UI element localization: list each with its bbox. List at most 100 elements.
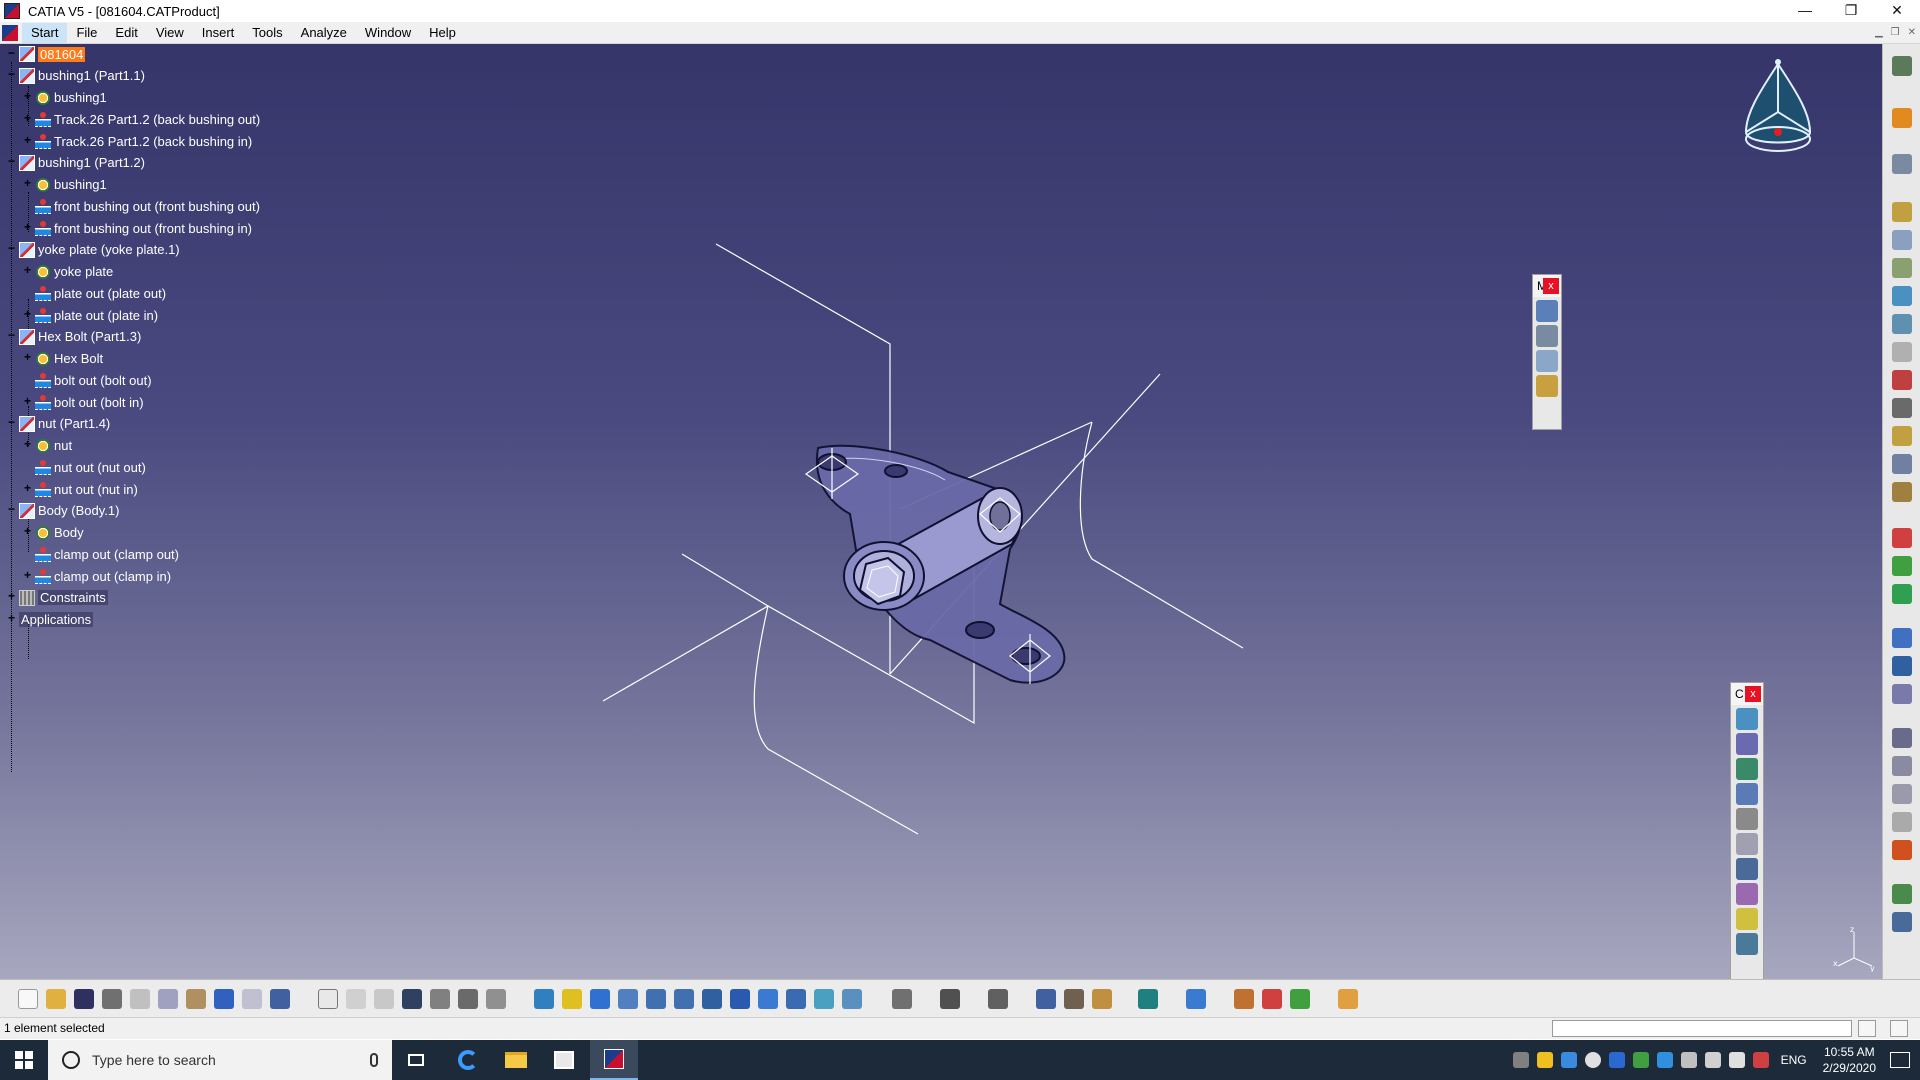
defender-icon[interactable] — [1632, 1052, 1649, 1068]
fly-mode-icon[interactable] — [534, 989, 554, 1009]
doc-minimize-icon[interactable]: ▁ — [1875, 27, 1883, 38]
smart-move-icon[interactable] — [1536, 375, 1558, 397]
expand-icon[interactable]: + — [22, 134, 33, 147]
norton-icon[interactable] — [1536, 1052, 1553, 1068]
swap-icon[interactable] — [1536, 300, 1558, 322]
catalog-icon-2[interactable] — [430, 989, 450, 1009]
collapse-icon[interactable]: − — [6, 47, 17, 60]
tree-node-label[interactable]: 081604 — [38, 46, 86, 62]
onedrive-icon[interactable] — [1656, 1052, 1673, 1068]
tree-node[interactable]: nut out (nut out) — [22, 457, 146, 477]
offset-icon[interactable] — [1736, 758, 1758, 780]
edge-taskbar-button[interactable] — [444, 1040, 492, 1080]
new-part-icon[interactable] — [1892, 258, 1912, 278]
tree-node-label[interactable]: Constraints — [38, 590, 108, 606]
multi-view-icon[interactable] — [730, 989, 750, 1009]
3d-viewport[interactable]: − 081604 − bushing1 (Part1.1) + bushing1 + Trac… — [0, 44, 1882, 979]
tree-node-label[interactable]: clamp out (clamp in) — [54, 569, 171, 584]
change-constraint-icon[interactable] — [1736, 908, 1758, 930]
menu-start[interactable]: Start — [22, 22, 68, 43]
tree-node[interactable]: clamp out (clamp out) — [22, 544, 179, 564]
tree-node-label[interactable]: front bushing out (front bushing out) — [54, 199, 260, 214]
tree-node[interactable]: + bolt out (bolt in) — [22, 392, 144, 412]
apply-material-icon[interactable] — [1234, 989, 1254, 1009]
tree-node[interactable]: plate out (plate out) — [22, 283, 166, 303]
tree-node[interactable]: + Applications — [6, 610, 94, 630]
move-toolbar-close-button[interactable]: x — [1543, 278, 1559, 294]
pan-icon[interactable] — [590, 989, 610, 1009]
tree-node-label[interactable]: Applications — [19, 612, 94, 627]
minimize-button[interactable]: — — [1782, 0, 1828, 22]
tree-node-label[interactable]: bolt out (bolt in) — [54, 395, 144, 410]
formula-icon[interactable] — [318, 989, 338, 1009]
tree-node[interactable]: bolt out (bolt out) — [22, 370, 152, 390]
hole-icon[interactable] — [1892, 656, 1912, 676]
capture-icon[interactable] — [940, 989, 960, 1009]
tree-node-label[interactable]: clamp out (clamp out) — [54, 547, 179, 562]
redo-icon[interactable] — [242, 989, 262, 1009]
rotate-icon[interactable] — [618, 989, 638, 1009]
tree-node[interactable]: + bushing1 — [22, 88, 107, 108]
dmu-space-analysis-icon[interactable] — [1186, 989, 1206, 1009]
manipulation-icon[interactable] — [1536, 325, 1558, 347]
scene-icon[interactable] — [1892, 840, 1912, 860]
expand-icon[interactable]: + — [22, 308, 33, 321]
tree-node[interactable]: + Track.26 Part1.2 (back bushing out) — [22, 109, 260, 129]
menu-tools[interactable]: Tools — [243, 23, 291, 43]
tool-palette-icon[interactable] — [486, 989, 506, 1009]
print-icon[interactable] — [102, 989, 122, 1009]
hide-show-icon[interactable] — [814, 989, 834, 1009]
doc-close-icon[interactable]: ✕ — [1908, 27, 1916, 38]
tree-node[interactable]: + clamp out (clamp in) — [22, 566, 171, 586]
isometric-view-icon[interactable] — [758, 989, 778, 1009]
taskbar-search[interactable]: Type here to search — [48, 1040, 392, 1080]
open-file-icon[interactable] — [46, 989, 66, 1009]
new-component-icon[interactable] — [1892, 202, 1912, 222]
pocket-icon[interactable] — [1892, 684, 1912, 704]
tree-node-label[interactable]: bushing1 — [54, 177, 107, 192]
tree-node-label[interactable]: nut — [54, 438, 72, 453]
save-icon[interactable] — [74, 989, 94, 1009]
generate-numbering-icon[interactable] — [1892, 370, 1912, 390]
axis-system-icon[interactable] — [1892, 728, 1912, 748]
selective-load-icon[interactable] — [1892, 398, 1912, 418]
measure-between-icon[interactable] — [892, 989, 912, 1009]
menu-view[interactable]: View — [147, 23, 193, 43]
tree-node[interactable]: + front bushing out (front bushing in) — [22, 218, 252, 238]
tree-node-label[interactable]: yoke plate (yoke plate.1) — [38, 242, 180, 257]
document-icon[interactable] — [2, 24, 18, 41]
power-input-button[interactable] — [1890, 1020, 1908, 1037]
sectioning-icon[interactable] — [1064, 989, 1084, 1009]
tree-node[interactable]: − Hex Bolt (Part1.3) — [6, 327, 141, 347]
coincidence-icon[interactable] — [1736, 708, 1758, 730]
expand-icon[interactable]: + — [22, 569, 33, 582]
tree-node[interactable]: − nut (Part1.4) — [6, 414, 110, 434]
right-toolbar[interactable] — [1882, 44, 1920, 979]
tree-node[interactable]: + nut out (nut in) — [22, 479, 138, 499]
copy-icon[interactable] — [158, 989, 178, 1009]
start-button[interactable] — [0, 1040, 48, 1080]
doc-restore-icon[interactable]: ❐ — [1891, 27, 1900, 38]
mass-properties-icon[interactable] — [1092, 989, 1112, 1009]
battery-icon[interactable] — [1728, 1052, 1745, 1068]
update-all-icon[interactable] — [1138, 989, 1158, 1009]
constraints-toolbar[interactable]: C x — [1730, 682, 1764, 979]
expand-icon[interactable]: + — [22, 482, 33, 495]
zoom-in-icon[interactable] — [646, 989, 666, 1009]
mouse-button-icon[interactable] — [458, 989, 478, 1009]
tree-node-label[interactable]: bolt out (bolt out) — [54, 373, 152, 388]
language-indicator[interactable]: ENG — [1781, 1053, 1807, 1067]
normal-view-icon[interactable] — [702, 989, 722, 1009]
fix-together-icon[interactable] — [1736, 833, 1758, 855]
tree-node[interactable]: front bushing out (front bushing out) — [22, 196, 260, 216]
word-icon[interactable] — [1608, 1052, 1625, 1068]
whats-this-icon[interactable] — [270, 989, 290, 1009]
collapse-icon[interactable]: − — [6, 155, 17, 168]
split-icon[interactable] — [1892, 628, 1912, 648]
expand-icon[interactable]: + — [6, 612, 17, 625]
tree-node[interactable]: + Track.26 Part1.2 (back bushing in) — [22, 131, 252, 151]
paste-icon[interactable] — [186, 989, 206, 1009]
tree-node-label[interactable]: bushing1 (Part1.1) — [38, 68, 145, 83]
clock[interactable]: 10:55 AM 2/29/2020 — [1823, 1044, 1876, 1076]
zoom-out-icon[interactable] — [674, 989, 694, 1009]
